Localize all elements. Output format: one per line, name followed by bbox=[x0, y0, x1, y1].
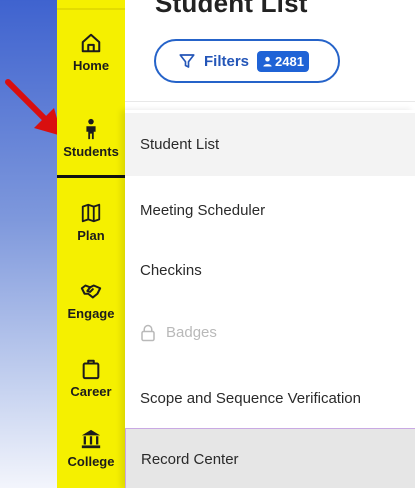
filters-label: Filters bbox=[204, 52, 250, 70]
menu-item-label: Meeting Scheduler bbox=[140, 202, 266, 219]
handshake-icon bbox=[80, 283, 102, 298]
menu-item-label: Badges bbox=[166, 324, 217, 341]
menu-item-checkins[interactable]: Checkins bbox=[125, 239, 415, 302]
filter-icon bbox=[179, 54, 195, 68]
menu-item-label: Scope and Sequence Verification bbox=[140, 390, 361, 407]
menu-item-meeting-scheduler[interactable]: Meeting Scheduler bbox=[125, 179, 415, 242]
student-count-badge: 2481 bbox=[257, 50, 309, 72]
person-icon bbox=[263, 56, 272, 67]
menu-item-label: Checkins bbox=[140, 262, 202, 279]
bank-icon bbox=[81, 429, 101, 448]
student-count: 2481 bbox=[275, 53, 304, 69]
lock-icon bbox=[141, 324, 155, 341]
sidebar-item-engage[interactable]: Engage bbox=[57, 270, 125, 330]
menu-item-label: Record Center bbox=[141, 451, 239, 468]
menu-item-badges: Badges bbox=[125, 301, 415, 364]
sidebar-item-label: College bbox=[67, 453, 115, 469]
students-dropdown-menu: Student List Meeting Scheduler Checkins … bbox=[125, 110, 415, 488]
sidebar-item-home[interactable]: Home bbox=[57, 22, 125, 82]
sidebar-item-label: Plan bbox=[77, 227, 105, 243]
page-title: Student List bbox=[155, 0, 308, 18]
filters-button[interactable]: Filters 2481 bbox=[154, 39, 340, 83]
sidebar-item-label: Home bbox=[72, 57, 110, 73]
sidebar-item-label: Engage bbox=[67, 305, 115, 321]
map-icon bbox=[81, 203, 101, 222]
student-icon bbox=[86, 118, 96, 139]
sidebar-item-label: Students bbox=[63, 143, 119, 159]
menu-item-label: Student List bbox=[140, 136, 220, 153]
sidebar-item-students[interactable]: Students bbox=[57, 108, 125, 168]
menu-item-student-list[interactable]: Student List bbox=[125, 113, 415, 176]
sidebar-item-college[interactable]: College bbox=[57, 418, 125, 478]
sidebar-item-label: Career bbox=[70, 383, 112, 399]
sidebar-divider bbox=[57, 8, 125, 10]
menu-item-record-center[interactable]: Record Center bbox=[125, 428, 415, 488]
sidebar-nav: Home Students Plan Engage Career College bbox=[57, 0, 125, 488]
menu-item-scope-sequence-verification[interactable]: Scope and Sequence Verification bbox=[125, 367, 415, 430]
main-content: Student List Filters 2481 Student List M… bbox=[125, 0, 415, 488]
background-area bbox=[0, 0, 57, 488]
home-icon bbox=[81, 33, 101, 52]
sidebar-item-career[interactable]: Career bbox=[57, 348, 125, 408]
briefcase-icon bbox=[82, 359, 100, 379]
sidebar-item-plan[interactable]: Plan bbox=[57, 192, 125, 252]
header-divider bbox=[125, 101, 415, 102]
active-indicator bbox=[57, 175, 125, 178]
